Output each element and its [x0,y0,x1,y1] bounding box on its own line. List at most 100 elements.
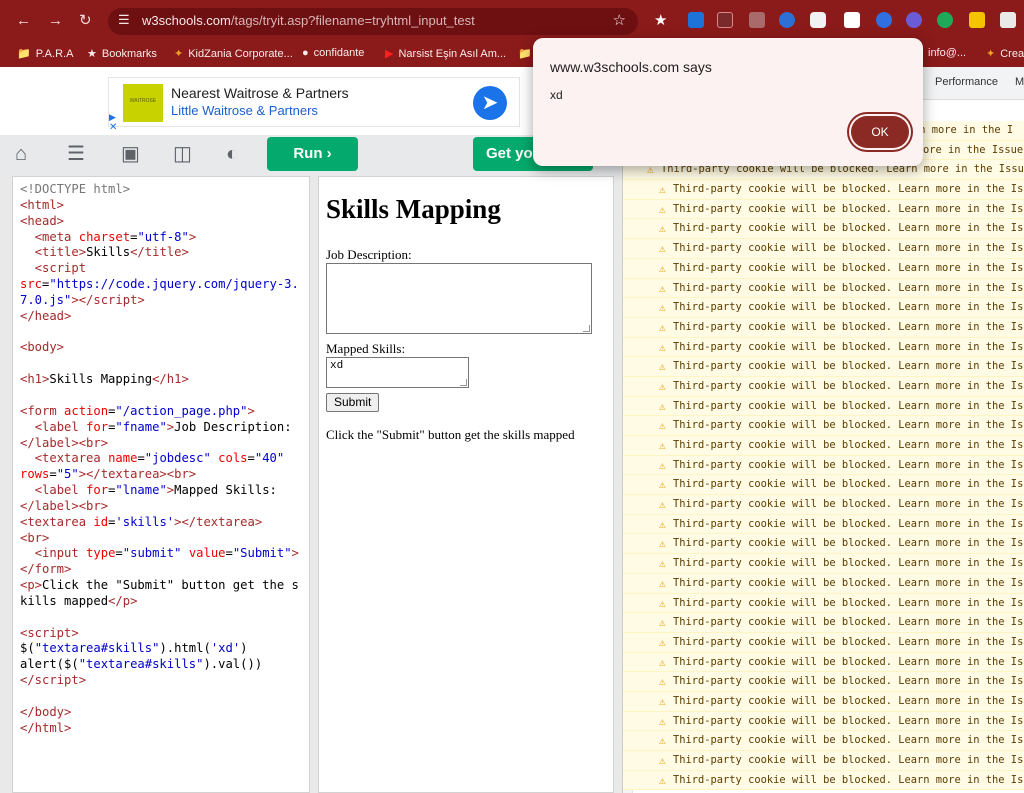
extension-icon-9[interactable] [937,12,953,28]
warning-icon: ⚠ [659,222,666,236]
bookmark-star-icon[interactable]: ☆ [613,11,626,29]
bookmark-bookmarks[interactable]: ★ Bookmarks [87,47,157,60]
console-line[interactable]: ⚠ Third-party cookie will be blocked. Lea… [623,652,1024,673]
console-line[interactable]: ⚠ Third-party cookie will be blocked. Lea… [623,337,1024,358]
mapped-skills-textarea[interactable]: xd [326,357,469,388]
kidzania-icon: ✦ [174,48,184,60]
extension-icon-10[interactable] [969,12,985,28]
page-title: Skills Mapping [326,194,501,224]
console-line[interactable]: ⚠ Third-party cookie will be blocked. Lea… [623,672,1024,692]
warning-icon: ⚠ [659,340,666,354]
alert-dialog: www.w3schools.com says xd OK [533,38,923,166]
url-text: w3schools.com/tags/tryit.asp?filename=tr… [142,13,475,28]
ad-subtitle: Little Waitrose & Partners [171,103,318,118]
console-line[interactable]: ⚠ Third-party cookie will be blocked. Lea… [623,495,1024,515]
devtools-panel: Performance M rn more in the I ore in th… [622,67,1024,793]
waitrose-ad[interactable]: ▶ ✕ WAITROSE Nearest Waitrose & Partners… [108,77,520,133]
console-line[interactable]: ⚠ Third-party cookie will be blocked. Lea… [623,376,1024,397]
console-line[interactable]: ⚠ Third-party cookie will be blocked. Lea… [623,573,1024,594]
extension-icon-5[interactable] [810,12,826,28]
reload-icon[interactable]: ↻ [79,11,92,31]
extension-icon-4[interactable] [779,12,795,28]
warning-icon: ⚠ [659,320,666,334]
console-line[interactable]: ⚠ Third-party cookie will be blocked. Lea… [623,199,1024,220]
browser-tab-bar: ← → ↻ ☰ w3schools.com/tags/tryit.asp?fil… [0,0,1024,42]
job-description-textarea[interactable] [326,263,592,334]
console-line[interactable]: ⚠ Third-party cookie will be blocked. Lea… [623,180,1024,200]
console-line[interactable]: ⚠ Third-party cookie will be blocked. Lea… [623,613,1024,633]
console-line[interactable]: ⚠ Third-party cookie will be blocked. Lea… [623,731,1024,751]
console-line[interactable]: ⚠ Third-party cookie will be blocked. Lea… [623,239,1024,259]
code-editor[interactable]: <!DOCTYPE html> <html> <head> <meta char… [12,176,310,793]
console-line[interactable]: ⚠ Third-party cookie will be blocked. Lea… [623,770,1024,791]
warning-icon: ⚠ [659,379,666,393]
console-line[interactable]: ⚠ Third-party cookie will be blocked. Lea… [623,219,1024,240]
console-line[interactable]: ⚠ Third-party cookie will be blocked. Lea… [623,317,1024,338]
warning-icon: ⚠ [659,202,666,216]
console-line[interactable]: ⚠ Third-party cookie will be blocked. Lea… [623,751,1024,771]
warning-icon: ⚠ [659,458,666,472]
console-line[interactable]: ⚠ Third-party cookie will be blocked. Lea… [623,455,1024,476]
code-html-open: <html> [20,197,65,212]
console-line[interactable]: ⚠ Third-party cookie will be blocked. Lea… [623,593,1024,614]
save-icon[interactable]: ▣ [121,143,140,165]
directions-icon[interactable]: ➤ [473,86,507,120]
ok-button[interactable]: OK [851,116,909,148]
extension-icon-6[interactable] [844,12,860,28]
bookmark-confidante[interactable]: ● confidante [302,47,364,59]
code-text: <!DOCTYPE html> <html> <head> <meta char… [20,182,299,735]
warning-icon: ⚠ [659,498,666,512]
menu-icon[interactable]: ☰ [67,143,85,165]
address-bar[interactable]: ☰ w3schools.com/tags/tryit.asp?filename=… [108,8,638,35]
tab-more[interactable]: M [1015,76,1024,88]
console-line[interactable]: ⚠ Third-party cookie will be blocked. Lea… [623,416,1024,436]
bookmark-crea[interactable]: ✦ Crea [986,47,1024,60]
console-line[interactable]: ⚠ Third-party cookie will be blocked. Lea… [623,691,1024,712]
warning-icon: ⚠ [659,675,666,689]
forward-icon[interactable]: → [48,11,63,31]
extension-icon-1[interactable] [688,12,704,28]
extension-icon-8[interactable] [906,12,922,28]
extension-icon-2[interactable] [717,12,733,28]
rotate-layout-icon[interactable]: ◫ [173,143,192,165]
warning-icon: ⚠ [659,301,666,315]
home-icon[interactable]: ⌂ [15,143,27,165]
console-line[interactable]: ⚠ Third-party cookie will be blocked. Lea… [623,632,1024,653]
console-line[interactable]: ⚠ Third-party cookie will be blocked. Lea… [623,534,1024,555]
console-line[interactable]: ⚠ Third-party cookie will be blocked. Lea… [623,298,1024,318]
console-line[interactable]: ⚠ Third-party cookie will be blocked. Lea… [623,258,1024,279]
console-line[interactable]: ⚠ Third-party cookie will be blocked. Lea… [623,711,1024,732]
run-button[interactable]: Run › [267,137,358,171]
resize-grip-icon[interactable] [583,325,590,332]
globe-icon: ● [302,47,309,59]
theme-toggle-icon[interactable]: ◐ [226,143,238,165]
warning-icon: ⚠ [659,261,666,275]
submit-button[interactable]: Submit [326,393,380,412]
bookmark-youtube[interactable]: ▶ Narsist Eşin Asıl Am... [385,47,506,60]
bookmark-info[interactable]: info@... [928,47,966,59]
resize-grip-icon[interactable] [460,379,467,386]
ad-close-icon[interactable]: ✕ [109,122,117,133]
code-doctype: <!DOCTYPE html> [20,182,131,196]
extension-icon-7[interactable] [876,12,892,28]
bookmarks-star-icon[interactable]: ★ [654,11,667,31]
bookmark-kidzania[interactable]: ✦ KidZania Corporate... [174,47,293,60]
console-line[interactable]: ⚠ Third-party cookie will be blocked. Lea… [623,514,1024,535]
console-line[interactable]: ⚠ Third-party cookie will be blocked. Lea… [623,436,1024,456]
warning-icon: ⚠ [659,557,666,571]
site-info-icon[interactable]: ☰ [118,12,130,28]
warning-icon: ⚠ [659,183,666,197]
bookmark-para[interactable]: 📁 P.A.R.A [17,47,73,60]
extension-icon-3[interactable] [749,12,765,28]
extension-icon-11[interactable] [1000,12,1016,28]
warning-icon: ⚠ [659,773,666,787]
console-line[interactable]: ⚠ Third-party cookie will be blocked. Lea… [623,475,1024,496]
console-line[interactable]: ⚠ Third-party cookie will be blocked. Lea… [623,396,1024,417]
console-line[interactable]: ⚠ Third-party cookie will be blocked. Lea… [623,357,1024,377]
console-line[interactable]: ⚠ Third-party cookie will be blocked. Lea… [623,554,1024,574]
dialog-title: www.w3schools.com says [550,59,712,75]
tab-performance[interactable]: Performance [935,76,998,88]
back-icon[interactable]: ← [16,11,31,31]
console-line[interactable]: ⚠ Third-party cookie will be blocked. Lea… [623,278,1024,299]
warning-icon: ⚠ [659,596,666,610]
